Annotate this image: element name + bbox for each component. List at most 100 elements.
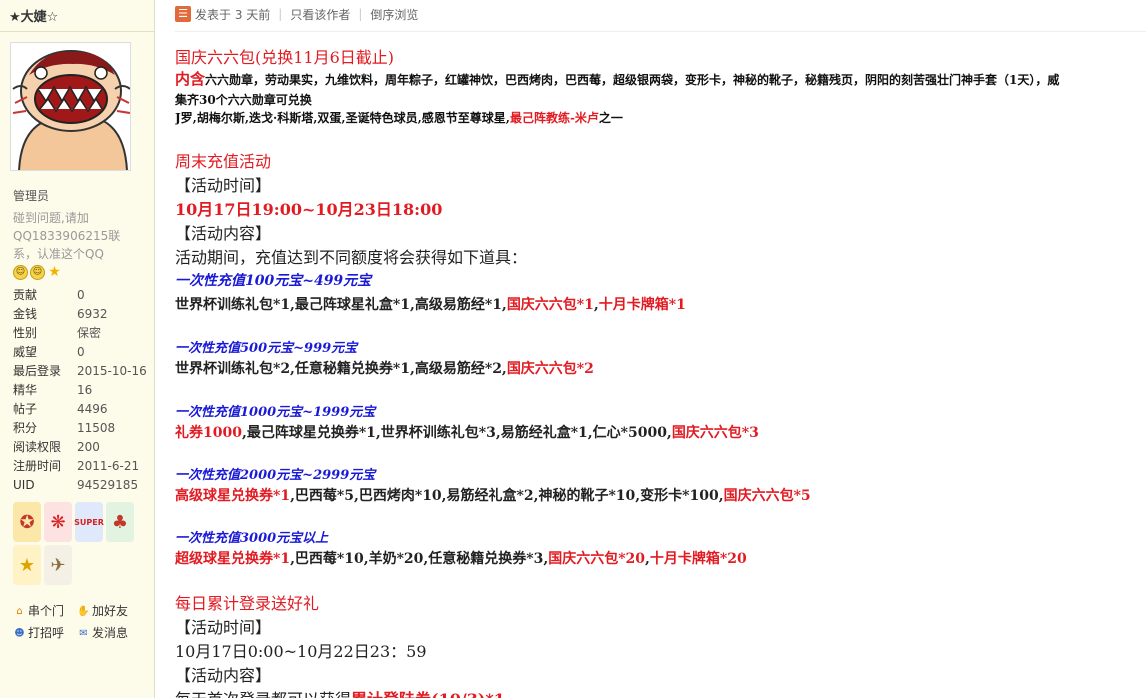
author-name[interactable]: ★大婕☆ xyxy=(9,6,58,25)
pack-players-end: 之一 xyxy=(598,111,623,125)
tier4-highlight: 高级球星兑换券*1 xyxy=(175,488,291,504)
pack-players-highlight: 最己阵教练-米卢 xyxy=(509,111,599,125)
daily-time: 10月17日0:00~10月22日23：59 xyxy=(175,642,427,661)
post-content: 国庆六六包(兑换11月6日截止) 内含六六勋章，劳动果实，九维饮料，周年粽子，红… xyxy=(175,42,1146,698)
pack-contents-line: 内含六六勋章，劳动果实，九维饮料，周年粽子，红罐神饮，巴西烤肉，巴西莓，超级银两… xyxy=(175,68,1059,89)
pack-title: 国庆六六包(兑换11月6日截止) xyxy=(175,48,395,67)
stat-row: 性别 保密 xyxy=(13,324,153,343)
stat-label: 积分 xyxy=(13,421,38,435)
stat-row: 贡献 0 xyxy=(13,286,153,305)
tier1-items-line: 世界杯训练礼包*1,最己阵球星礼盒*1,高级易筋经*1,国庆六六包*1,十月卡牌… xyxy=(175,294,686,314)
super-medal-icon[interactable]: SUPER xyxy=(74,502,104,542)
meta-separator: | xyxy=(358,7,363,21)
handshake-icon: ✋ xyxy=(77,606,90,617)
weekend-time-label: 【活动时间】 xyxy=(175,176,272,195)
user-group[interactable]: 管理员 xyxy=(13,187,49,204)
medal-icon[interactable]: ✪ xyxy=(13,502,41,542)
smiley-rank-icon: ☺ xyxy=(30,265,45,280)
stat-label: 金钱 xyxy=(13,307,38,321)
stat-row: 金钱 6932 xyxy=(13,305,153,324)
reverse-order-link[interactable]: 倒序浏览 xyxy=(370,6,418,23)
tier1-items: 世界杯训练礼包*1,最己阵球星礼盒*1,高级易筋经*1, xyxy=(175,297,507,313)
tier2-title: 一次性充值500元宝~999元宝 xyxy=(175,341,358,356)
star-medal-icon[interactable]: ★ xyxy=(13,545,41,585)
tier5-highlight: 十月卡牌箱*20 xyxy=(649,551,747,567)
tier2-highlight: 国庆六六包*2 xyxy=(506,361,594,377)
visit-home-button[interactable]: ⌂ 串个门 xyxy=(13,603,77,620)
poster-icon: ☰ xyxy=(175,6,191,22)
stat-row: 精华 16 xyxy=(13,381,153,400)
daily-desc: 每天首次登录都可以获得 xyxy=(175,690,351,698)
pack-contents-lead: 内含 xyxy=(175,70,206,88)
tier4-title: 一次性充值2000元宝~2999元宝 xyxy=(175,468,376,483)
medals: ✪ ❋ SUPER ♣ ★ ✈ xyxy=(13,502,143,585)
stat-value: 0 xyxy=(77,345,85,359)
daily-title: 每日累计登录送好礼 xyxy=(175,594,320,613)
weekend-time: 10月17日19:00~10月23日18:00 xyxy=(175,200,443,219)
tier4-items-line: 高级球星兑换券*1,巴西莓*5,巴西烤肉*10,易筋经礼盒*2,神秘的靴子*10… xyxy=(175,485,811,505)
action-label: 串个门 xyxy=(28,604,65,618)
tier3-items-line: 礼券1000,最己阵球星兑换券*1,世界杯训练礼包*3,易筋经礼盒*1,仁心*5… xyxy=(175,422,759,442)
stat-label: 威望 xyxy=(13,345,38,359)
tier3-items: ,最己阵球星兑换券*1,世界杯训练礼包*3,易筋经礼盒*1,仁心*5000, xyxy=(241,425,672,441)
smiley-rank-icon: ☺ xyxy=(13,265,28,280)
stat-label: 性别 xyxy=(13,326,38,340)
stat-row: 注册时间 2011-6-21 xyxy=(13,457,153,476)
stat-label: 精华 xyxy=(13,383,38,397)
stat-value: 16 xyxy=(77,383,93,397)
pack-players: J罗,胡梅尔斯,迭戈·科斯塔,双蛋,圣诞特色球员,感恩节至尊球星, xyxy=(175,111,510,125)
stat-row: 威望 0 xyxy=(13,343,153,362)
author-actions: ⌂ 串个门 ✋ 加好友 ☻ 打招呼 ✉ 发消息 xyxy=(13,603,153,642)
weekend-desc: 活动期间，充值达到不同额度将会获得如下道具： xyxy=(175,248,528,267)
stat-value: 保密 xyxy=(77,326,102,340)
tier2-items: 世界杯训练礼包*2,任意秘籍兑换券*1,高级易筋经*2, xyxy=(175,361,507,377)
wings-medal-icon[interactable]: ✈ xyxy=(44,545,72,585)
weekend-title: 周末充值活动 xyxy=(175,152,272,171)
stat-value: 6932 xyxy=(77,307,108,321)
user-stats: 贡献 0 金钱 6932 性别 保密 威望 0 最后登录 2015-10-16 精华 16 … xyxy=(13,286,153,495)
star-rank-icon: ★ xyxy=(48,264,61,280)
tier3-highlight: 礼券1000 xyxy=(175,425,242,441)
stat-value: 0 xyxy=(77,288,85,302)
stat-label: 阅读权限 xyxy=(13,440,62,454)
rank-icons: ☺ ☺ ★ xyxy=(13,265,62,281)
action-label: 加好友 xyxy=(92,604,129,618)
home-icon: ⌂ xyxy=(16,606,23,617)
stat-label: 最后登录 xyxy=(13,364,62,378)
meta-separator: | xyxy=(278,7,283,21)
pack-collect: 集齐30个六六勋章可兑换 xyxy=(175,93,312,107)
only-author-link[interactable]: 只看该作者 xyxy=(290,6,350,23)
stat-label: 注册时间 xyxy=(13,459,62,473)
tier4-items: ,巴西莓*5,巴西烤肉*10,易筋经礼盒*2,神秘的靴子*10,变形卡*100, xyxy=(290,488,724,504)
add-friend-button[interactable]: ✋ 加好友 xyxy=(77,603,141,620)
meta-divider xyxy=(175,31,1146,32)
send-message-button[interactable]: ✉ 发消息 xyxy=(77,625,141,642)
daily-time-label: 【活动时间】 xyxy=(175,618,272,637)
tier1-highlight: 十月卡牌箱*1 xyxy=(598,297,686,313)
action-label: 发消息 xyxy=(92,626,129,640)
action-label: 打招呼 xyxy=(28,626,65,640)
sidebar-divider xyxy=(0,31,155,32)
greet-button[interactable]: ☻ 打招呼 xyxy=(13,625,77,642)
stat-value: 4496 xyxy=(77,402,108,416)
stat-row: 最后登录 2015-10-16 xyxy=(13,362,153,381)
post-meta: ☰ 发表于 3 天前 | 只看该作者 | 倒序浏览 xyxy=(175,5,418,23)
author-sidebar: ★大婕☆ 管理员 碰到问题,请加QQ1833906215联系，认准这个QQ ☺ … xyxy=(0,0,155,698)
tier4-highlight: 国庆六六包*5 xyxy=(723,488,811,504)
stat-value: 2015-10-16 xyxy=(77,364,147,378)
user-signature: 碰到问题,请加QQ1833906215联系，认准这个QQ xyxy=(13,211,121,261)
stat-row: UID 94529185 xyxy=(13,476,153,495)
stat-value: 11508 xyxy=(77,421,116,435)
daily-desc-line: 每天首次登录都可以获得累计登陆券(10/3)*1 xyxy=(175,686,505,698)
chinese-knot-medal-icon[interactable]: ❋ xyxy=(44,502,72,542)
avatar[interactable] xyxy=(10,42,131,171)
tier3-highlight: 国庆六六包*3 xyxy=(671,425,759,441)
pack-players-line: J罗,胡梅尔斯,迭戈·科斯塔,双蛋,圣诞特色球员,感恩节至尊球星,最己阵教练-米… xyxy=(175,109,623,126)
tier5-highlight: 超级球星兑换券*1 xyxy=(175,551,291,567)
stat-value: 2011-6-21 xyxy=(77,459,140,473)
stat-label: 帖子 xyxy=(13,402,38,416)
christmas-medal-icon[interactable]: ♣ xyxy=(106,502,134,542)
greet-icon: ☻ xyxy=(14,628,25,639)
stat-label: UID xyxy=(13,478,35,492)
tier5-highlight: 国庆六六包*20 xyxy=(548,551,646,567)
